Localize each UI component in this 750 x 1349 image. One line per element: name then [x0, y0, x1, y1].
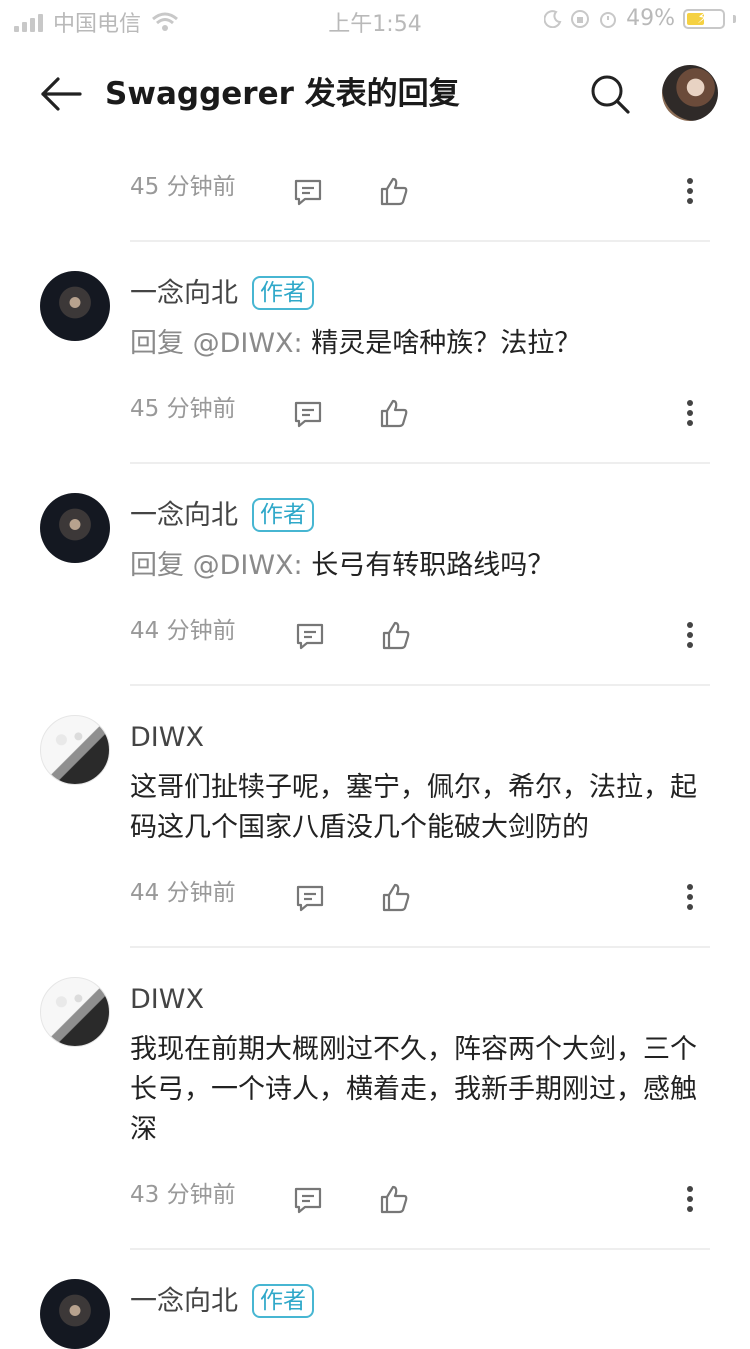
reply-mention[interactable]: 回复 @DIWX:	[130, 328, 303, 359]
status-right: 49% ⚡	[544, 6, 736, 31]
reply-icon[interactable]	[293, 399, 323, 429]
comment-time: 43 分钟前	[130, 1182, 236, 1208]
reply-icon[interactable]	[295, 621, 325, 651]
comment-body: 长弓有转职路线吗？	[311, 550, 555, 581]
divider	[130, 1248, 710, 1250]
comment-time: 44 分钟前	[130, 618, 236, 644]
like-icon[interactable]	[381, 620, 411, 650]
like-icon[interactable]	[379, 176, 409, 206]
commenter-avatar[interactable]	[40, 271, 110, 341]
more-options-icon[interactable]	[684, 620, 696, 650]
commenter-name[interactable]: 一念向北	[130, 498, 238, 534]
more-options-icon[interactable]	[684, 176, 696, 206]
comment-time: 45 分钟前	[130, 396, 236, 422]
comment-text: 我现在前期大概刚过不久，阵容两个大剑，三个长弓，一个诗人，横着走，我新手期刚过，…	[130, 1034, 697, 1145]
reply-icon[interactable]	[293, 177, 323, 207]
divider	[130, 240, 710, 242]
status-bar: 中国电信 上午1:54 49% ⚡	[0, 0, 750, 40]
commenter-name[interactable]: 一念向北	[130, 1284, 238, 1320]
like-icon[interactable]	[379, 398, 409, 428]
author-badge: 作者	[252, 276, 314, 310]
more-options-icon[interactable]	[684, 398, 696, 428]
commenter-name[interactable]: DIWX	[130, 982, 204, 1018]
author-badge: 作者	[252, 498, 314, 532]
more-options-icon[interactable]	[684, 882, 696, 912]
commenter-name[interactable]: DIWX	[130, 720, 204, 756]
moon-icon	[544, 9, 562, 28]
like-icon[interactable]	[379, 1184, 409, 1214]
battery-icon: ⚡	[683, 7, 725, 29]
author-badge: 作者	[252, 1284, 314, 1318]
commenter-avatar[interactable]	[40, 1279, 110, 1349]
divider	[130, 684, 710, 686]
comment-text: 这哥们扯犊子呢，塞宁，佩尔，希尔，法拉，起码这几个国家八盾没几个能破大剑防的	[130, 772, 697, 843]
commenter-avatar[interactable]	[40, 977, 110, 1047]
header: Swaggerer 发表的回复	[0, 40, 750, 150]
divider	[130, 462, 710, 464]
charging-bolt-icon: ⚡	[697, 7, 709, 27]
battery-tip	[733, 14, 736, 23]
reply-icon[interactable]	[293, 1185, 323, 1215]
commenter-name[interactable]: 一念向北	[130, 276, 238, 312]
like-icon[interactable]	[381, 882, 411, 912]
comment-time: 45 分钟前	[130, 174, 236, 200]
commenter-avatar[interactable]	[40, 715, 110, 785]
comment-time: 44 分钟前	[130, 880, 236, 906]
user-avatar[interactable]	[662, 65, 718, 121]
reply-icon[interactable]	[295, 883, 325, 913]
alarm-icon	[600, 11, 617, 28]
search-icon[interactable]	[588, 72, 632, 116]
reply-mention[interactable]: 回复 @DIWX:	[130, 550, 303, 581]
orientation-lock-icon	[571, 9, 590, 28]
divider	[130, 946, 710, 948]
back-arrow-icon[interactable]	[40, 76, 82, 112]
comment-text: 回复 @DIWX: 精灵是啥种族？法拉？	[130, 324, 710, 364]
comment-text: 回复 @DIWX: 长弓有转职路线吗？	[130, 546, 710, 586]
more-options-icon[interactable]	[684, 1184, 696, 1214]
battery-percent: 49%	[626, 6, 675, 31]
commenter-avatar[interactable]	[40, 493, 110, 563]
comment-body: 精灵是啥种族？法拉？	[311, 328, 582, 359]
page-title: Swaggerer 发表的回复	[105, 76, 460, 112]
